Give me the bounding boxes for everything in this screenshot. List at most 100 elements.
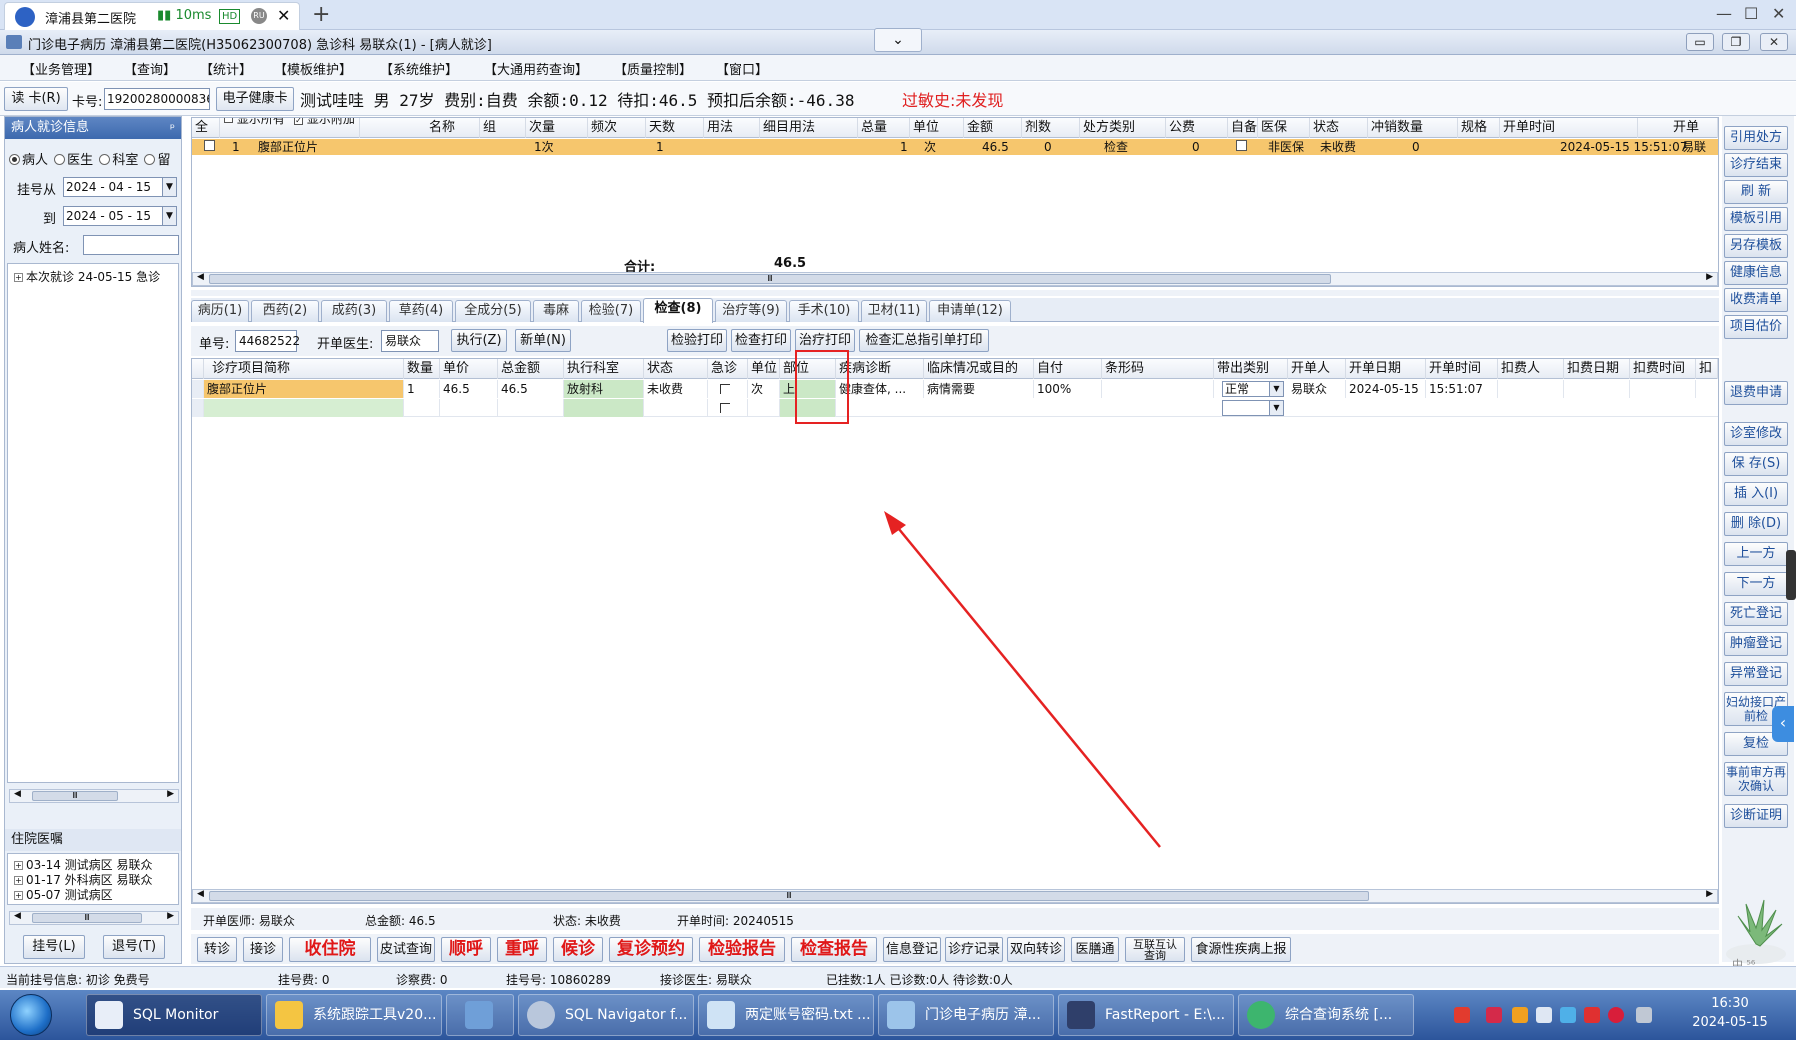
carry-type-select[interactable]: 正常 ▼: [1222, 381, 1284, 397]
tab-supplies[interactable]: 卫材(11): [861, 300, 927, 322]
accept-visit-button[interactable]: 接诊: [243, 937, 283, 962]
skin-test-button[interactable]: 皮试查询: [377, 937, 435, 962]
table-row[interactable]: 1 腹部正位片 1次 1 1 次 46.5 0 检查 0 非医保 未收费 0 2…: [192, 139, 1718, 155]
cell-emergency-empty[interactable]: [708, 399, 748, 417]
col-dept[interactable]: 执行科室: [564, 359, 644, 379]
col-amount[interactable]: 金额: [964, 118, 1022, 138]
menu-system[interactable]: 【系统维护】: [380, 59, 458, 78]
scroll-thumb[interactable]: Ⅲ: [209, 274, 1331, 284]
refund-request-button[interactable]: 退费申请: [1724, 381, 1788, 405]
col-doses[interactable]: 剂数: [1022, 118, 1080, 138]
cell-diagnosis[interactable]: 健康查体, ...: [836, 380, 924, 398]
taskbar-sql-navigator[interactable]: SQL Navigator f...: [518, 994, 694, 1036]
cell-purpose[interactable]: 病情需要: [924, 380, 1034, 398]
execute-button[interactable]: 执行(Z): [451, 329, 507, 352]
col-price[interactable]: 单价: [440, 359, 498, 379]
print-lab-button[interactable]: 检验打印: [667, 329, 727, 352]
col-usage-detail[interactable]: 细目用法: [760, 118, 858, 138]
read-card-button[interactable]: 读 卡(R): [4, 87, 68, 111]
scroll-left-icon[interactable]: ◀: [197, 889, 204, 899]
col-insurance[interactable]: 医保: [1258, 118, 1310, 138]
menu-business[interactable]: 【业务管理】: [22, 59, 100, 78]
taskbar-fastreport[interactable]: FastReport - E:\...: [1058, 994, 1234, 1036]
window-close-button[interactable]: ✕: [1760, 33, 1788, 51]
register-button[interactable]: 挂号(L): [23, 935, 85, 959]
radio-observe[interactable]: 留: [144, 153, 170, 168]
expand-icon[interactable]: +: [14, 273, 23, 282]
maximize-icon[interactable]: ☐: [1744, 4, 1758, 23]
cell-qty[interactable]: 1: [404, 380, 440, 398]
inpatient-scrollbar[interactable]: ◀ Ⅲ ▶: [9, 911, 179, 925]
reg-to-date[interactable]: 2024 - 05 - 15 ▼: [63, 206, 177, 226]
inpatient-item[interactable]: +05-07 测试病区: [14, 886, 113, 903]
col-charge-date[interactable]: 扣费日期: [1564, 359, 1630, 379]
waiting-button[interactable]: 候诊: [553, 937, 603, 962]
show-all-toggle[interactable]: 显示所有: [224, 118, 285, 125]
scroll-right-icon[interactable]: ▶: [167, 911, 174, 921]
col-purpose[interactable]: 临床情况或目的: [924, 359, 1034, 379]
health-info-button[interactable]: 健康信息: [1724, 261, 1788, 285]
taskbar-remote[interactable]: [446, 994, 514, 1036]
unregister-button[interactable]: 退号(T): [103, 935, 165, 959]
col-days[interactable]: 天数: [646, 118, 704, 138]
tab-exam[interactable]: 检查(8): [643, 298, 713, 323]
radio-dept[interactable]: 科室: [99, 153, 138, 168]
col-freq[interactable]: 频次: [588, 118, 646, 138]
close-tab-icon[interactable]: ✕: [277, 6, 290, 25]
menu-quality[interactable]: 【质量控制】: [614, 59, 692, 78]
cell-qty-empty[interactable]: [404, 399, 440, 417]
chevron-down-icon[interactable]: ▼: [162, 207, 176, 225]
mutual-recognition-button[interactable]: 互联互认 查询: [1125, 937, 1185, 962]
prescription-hscrollbar[interactable]: ◀ Ⅲ ▶: [192, 272, 1718, 286]
tray-record-icon[interactable]: [1608, 1007, 1624, 1023]
admit-button[interactable]: 收住院: [289, 937, 371, 962]
col-date[interactable]: 开单日期: [1346, 359, 1426, 379]
col-doctor[interactable]: 开单: [1670, 118, 1718, 138]
collapse-toolbar-button[interactable]: ⌄: [874, 28, 922, 52]
col-all[interactable]: 全: [192, 118, 220, 138]
col-doctor[interactable]: 开单人: [1288, 359, 1346, 379]
col-diagnosis[interactable]: 疾病诊断: [836, 359, 924, 379]
col-usage[interactable]: 用法: [704, 118, 760, 138]
panel-splitter[interactable]: [191, 290, 1719, 296]
volume-icon[interactable]: [1636, 1007, 1652, 1023]
card-no-input[interactable]: 1920028000083666: [104, 88, 210, 110]
scroll-thumb[interactable]: Ⅲ: [32, 913, 142, 923]
cell-item-name-empty[interactable]: [204, 399, 404, 417]
new-order-button[interactable]: 新单(N): [515, 329, 571, 352]
col-time[interactable]: 开单时间: [1500, 118, 1638, 138]
col-group[interactable]: 组: [480, 118, 526, 138]
exam-hscrollbar[interactable]: ◀ Ⅲ ▶: [192, 889, 1718, 903]
col-dose[interactable]: 次量: [526, 118, 588, 138]
save-button[interactable]: 保 存(S): [1724, 452, 1788, 476]
print-exam-button[interactable]: 检查打印: [731, 329, 791, 352]
expand-icon[interactable]: +: [14, 891, 23, 900]
tumor-register-button[interactable]: 肿瘤登记: [1724, 632, 1788, 656]
new-tab-icon[interactable]: +: [312, 2, 330, 27]
expand-icon[interactable]: +: [14, 876, 23, 885]
network-icon[interactable]: [1536, 1007, 1552, 1023]
call-next-button[interactable]: 顺呼: [441, 937, 491, 962]
chevron-down-icon[interactable]: ▼: [1269, 401, 1283, 415]
col-total[interactable]: 总金额: [498, 359, 564, 379]
referral-button[interactable]: 转诊: [197, 937, 237, 962]
ehealth-card-button[interactable]: 电子健康卡: [216, 87, 294, 111]
col-emergency[interactable]: 急诊: [708, 359, 748, 379]
taskbar-sql-monitor[interactable]: SQL Monitor: [86, 994, 262, 1036]
cell-item-name[interactable]: 腹部正位片: [204, 380, 404, 398]
scroll-right-icon[interactable]: ▶: [1706, 889, 1713, 899]
insert-button[interactable]: 插 入(I): [1724, 482, 1788, 506]
shield-icon[interactable]: [1512, 1007, 1528, 1023]
tab-surgery[interactable]: 手术(10): [789, 300, 859, 322]
two-way-referral-button[interactable]: 双向转诊: [1007, 937, 1065, 962]
expand-icon[interactable]: +: [14, 861, 23, 870]
visit-tree-item[interactable]: + 本次就诊 24-05-15 急诊: [14, 268, 160, 285]
col-more[interactable]: 扣: [1696, 359, 1718, 379]
close-icon[interactable]: ✕: [1772, 4, 1785, 23]
chevron-down-icon[interactable]: ▼: [162, 178, 176, 196]
scroll-thumb[interactable]: Ⅲ: [209, 891, 1369, 901]
tab-treatment[interactable]: 治疗等(9): [715, 300, 787, 322]
col-offset[interactable]: 冲销数量: [1368, 118, 1458, 138]
tab-lab[interactable]: 检验(7): [581, 300, 641, 322]
tray-app-icon[interactable]: [1486, 1007, 1502, 1023]
